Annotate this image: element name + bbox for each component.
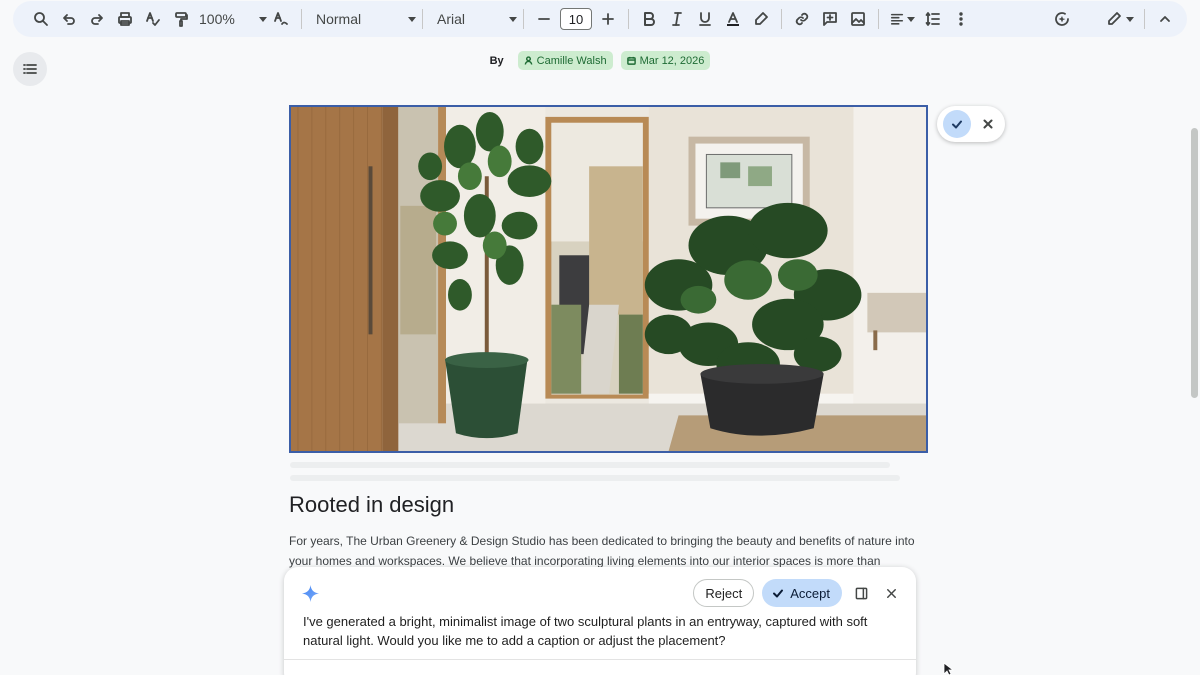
paragraph-style-select[interactable]: Normal [308,5,416,33]
author-name: Camille Walsh [536,54,607,67]
line-spacing-icon[interactable] [919,5,947,33]
plus-icon[interactable] [594,5,622,33]
gemini-suggestion-panel: Reject Accept I've generated a bright, m… [284,567,916,675]
close-icon[interactable] [880,582,902,604]
reject-button[interactable]: Reject [693,579,755,607]
gemini-icon[interactable] [1048,5,1076,33]
chevron-down-icon [509,16,517,22]
chevron-down-icon [1126,16,1134,22]
align-icon[interactable] [885,5,919,33]
section-heading[interactable]: Rooted in design [289,492,454,518]
toolbar-divider [1144,9,1145,29]
text-color-icon[interactable] [719,5,747,33]
minus-icon[interactable] [530,5,558,33]
byline: By Camille Walsh Mar 12, 2026 [0,51,1200,70]
placeholder-line [290,475,900,481]
mouse-cursor-icon [943,662,955,675]
toolbar-divider [878,9,879,29]
side-panel-icon[interactable] [850,582,872,604]
spellcheck-icon[interactable] [139,5,167,33]
clear-format-icon[interactable] [267,5,295,33]
chevron-down-icon [408,16,416,22]
comment-icon[interactable] [816,5,844,33]
suggestion-actions: Reject Accept [693,579,902,607]
date-value: Mar 12, 2026 [639,54,705,67]
check-icon[interactable] [943,110,971,138]
scrollbar-thumb[interactable] [1191,128,1198,398]
toolbar: 100% Normal Arial 10 [13,1,1187,37]
font-size-input[interactable]: 10 [560,8,592,30]
paragraph-style-value: Normal [316,11,362,27]
panel-divider [284,659,916,660]
generated-image[interactable] [289,105,928,453]
chevron-down-icon [259,16,267,22]
chevron-down-icon [906,16,915,22]
edit-mode-icon[interactable] [1102,5,1138,33]
toolbar-divider [301,9,302,29]
toolbar-divider [781,9,782,29]
toolbar-divider [422,9,423,29]
search-icon[interactable] [27,5,55,33]
link-icon[interactable] [788,5,816,33]
sparkle-icon [302,585,319,602]
accept-label: Accept [790,585,830,601]
accept-button[interactable]: Accept [762,579,842,607]
person-icon [524,56,533,65]
print-icon[interactable] [111,5,139,33]
calendar-icon [626,56,636,65]
highlight-icon[interactable] [747,5,775,33]
date-chip[interactable]: Mar 12, 2026 [620,51,711,70]
zoom-value: 100% [199,11,235,27]
more-icon[interactable] [947,5,975,33]
toolbar-divider [628,9,629,29]
image-suggestion-actions [937,106,1005,142]
italic-icon[interactable] [663,5,691,33]
undo-icon[interactable] [55,5,83,33]
paint-format-icon[interactable] [167,5,195,33]
redo-icon[interactable] [83,5,111,33]
placeholder-line [290,462,890,468]
font-select[interactable]: Arial [429,5,517,33]
toolbar-divider [523,9,524,29]
gemini-message: I've generated a bright, minimalist imag… [303,614,868,648]
by-label: By [489,54,504,67]
bold-icon[interactable] [635,5,663,33]
image-icon[interactable] [844,5,872,33]
body-paragraph[interactable]: For years, The Urban Greenery & Design S… [289,531,929,571]
close-icon[interactable] [977,113,999,135]
entryway-plants-image [291,107,926,451]
author-chip[interactable]: Camille Walsh [517,51,613,70]
underline-icon[interactable] [691,5,719,33]
zoom-select[interactable]: 100% [195,5,267,33]
font-value: Arial [437,11,466,27]
collapse-icon[interactable] [1151,5,1179,33]
check-icon [773,589,784,598]
